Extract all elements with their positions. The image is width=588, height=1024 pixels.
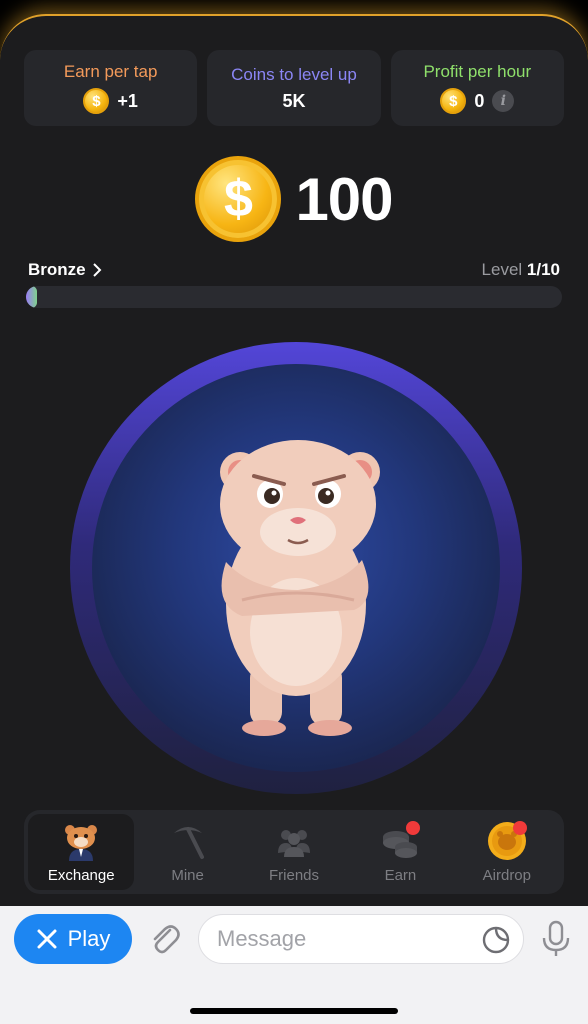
hamster-coin-icon [487, 820, 527, 861]
level-row: Bronze Level 1/10 [28, 260, 560, 280]
hamster-character-icon [220, 440, 380, 736]
profit-per-hour-value: 0 [474, 90, 485, 111]
app-window: Earn per tap $ +1 Coins to level up 5K P… [0, 14, 588, 906]
level-progress-fill [26, 286, 37, 308]
coins-stack-icon [380, 820, 421, 861]
level-indicator: Level 1/10 [482, 260, 560, 280]
earn-per-tap-value: +1 [117, 90, 138, 111]
coins-to-level-label: Coins to level up [231, 64, 357, 84]
league-name: Bronze [28, 260, 86, 279]
nav-item-earn[interactable]: Earn [347, 814, 453, 890]
info-icon[interactable]: i [492, 90, 515, 112]
earn-notification-badge [406, 820, 421, 835]
hamster-ceo-icon [61, 821, 101, 861]
home-indicator [190, 1008, 398, 1014]
dollar-coin-icon: $ [195, 156, 282, 242]
earn-per-tap-card: Earn per tap $ +1 [24, 50, 198, 126]
paperclip-icon[interactable] [148, 922, 182, 956]
balance-display: $ 100 [0, 156, 588, 242]
chat-input-bar: Play Message [0, 906, 588, 1024]
nav-label-airdrop: Airdrop [482, 866, 531, 884]
message-placeholder: Message [217, 926, 307, 951]
play-button-label: Play [67, 926, 111, 951]
nav-label-friends: Friends [269, 866, 320, 884]
profit-per-hour-label: Profit per hour [423, 62, 532, 81]
nav-label-mine: Mine [171, 866, 204, 884]
nav-item-airdrop[interactable]: Airdrop [454, 814, 560, 890]
coins-to-level-value: 5K [282, 90, 306, 111]
nav-label-exchange: Exchange [47, 866, 115, 884]
level-value: 1/10 [526, 260, 560, 279]
microphone-icon[interactable] [538, 920, 574, 958]
close-icon [37, 929, 57, 949]
bottom-nav: Exchange Mine Friends Earn Airdrop [24, 810, 564, 894]
airdrop-notification-badge [512, 820, 527, 835]
tap-button[interactable] [70, 342, 522, 794]
nav-item-mine[interactable]: Mine [134, 814, 240, 890]
message-input[interactable]: Message [198, 914, 524, 964]
play-button[interactable]: Play [14, 914, 132, 964]
pickaxe-icon [168, 821, 208, 861]
stats-bar: Earn per tap $ +1 Coins to level up 5K P… [24, 50, 564, 126]
nav-item-friends[interactable]: Friends [241, 814, 347, 890]
coin-icon: $ [440, 88, 467, 114]
level-progress-bar [26, 286, 562, 308]
balance-value: 100 [295, 165, 393, 233]
sticker-icon[interactable] [481, 925, 511, 955]
tap-area[interactable] [92, 364, 500, 772]
coins-to-level-card: Coins to level up 5K [207, 50, 381, 126]
nav-item-exchange[interactable]: Exchange [28, 814, 135, 890]
coin-icon: $ [83, 88, 110, 114]
league-link[interactable]: Bronze [28, 260, 102, 280]
chevron-right-icon [92, 263, 102, 277]
level-prefix: Level [481, 260, 523, 279]
nav-label-earn: Earn [384, 866, 417, 884]
profit-per-hour-card[interactable]: Profit per hour $ 0 i [390, 50, 564, 126]
earn-per-tap-label: Earn per tap [63, 62, 158, 81]
people-icon [274, 821, 314, 861]
